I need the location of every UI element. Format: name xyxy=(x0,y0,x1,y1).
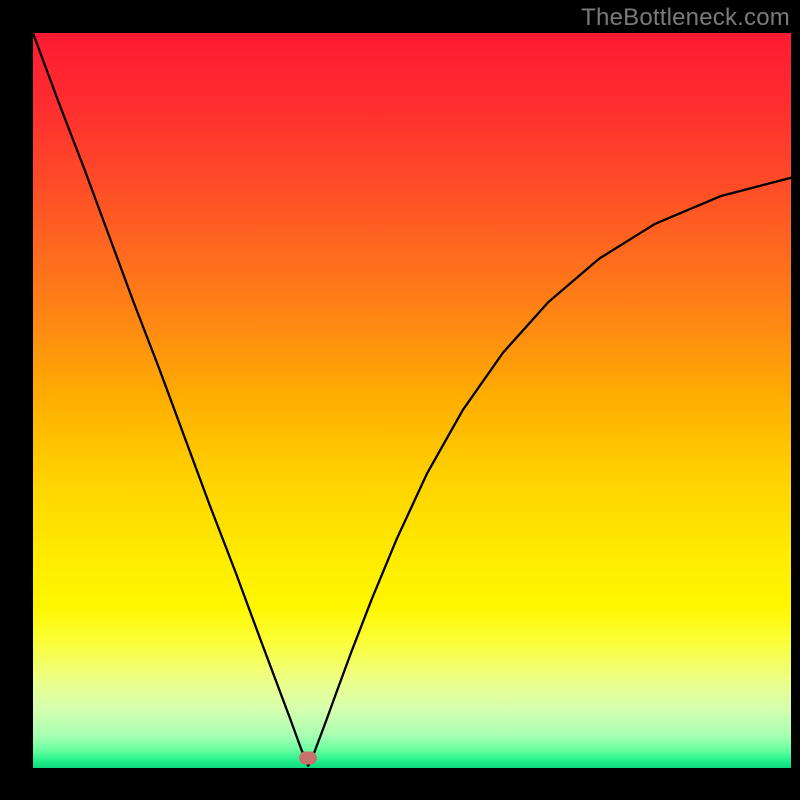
attribution-text: TheBottleneck.com xyxy=(581,4,790,32)
bottleneck-curve xyxy=(33,33,791,768)
optimum-marker xyxy=(299,752,317,765)
chart-container: TheBottleneck.com xyxy=(0,0,800,800)
plot-area xyxy=(33,33,791,768)
